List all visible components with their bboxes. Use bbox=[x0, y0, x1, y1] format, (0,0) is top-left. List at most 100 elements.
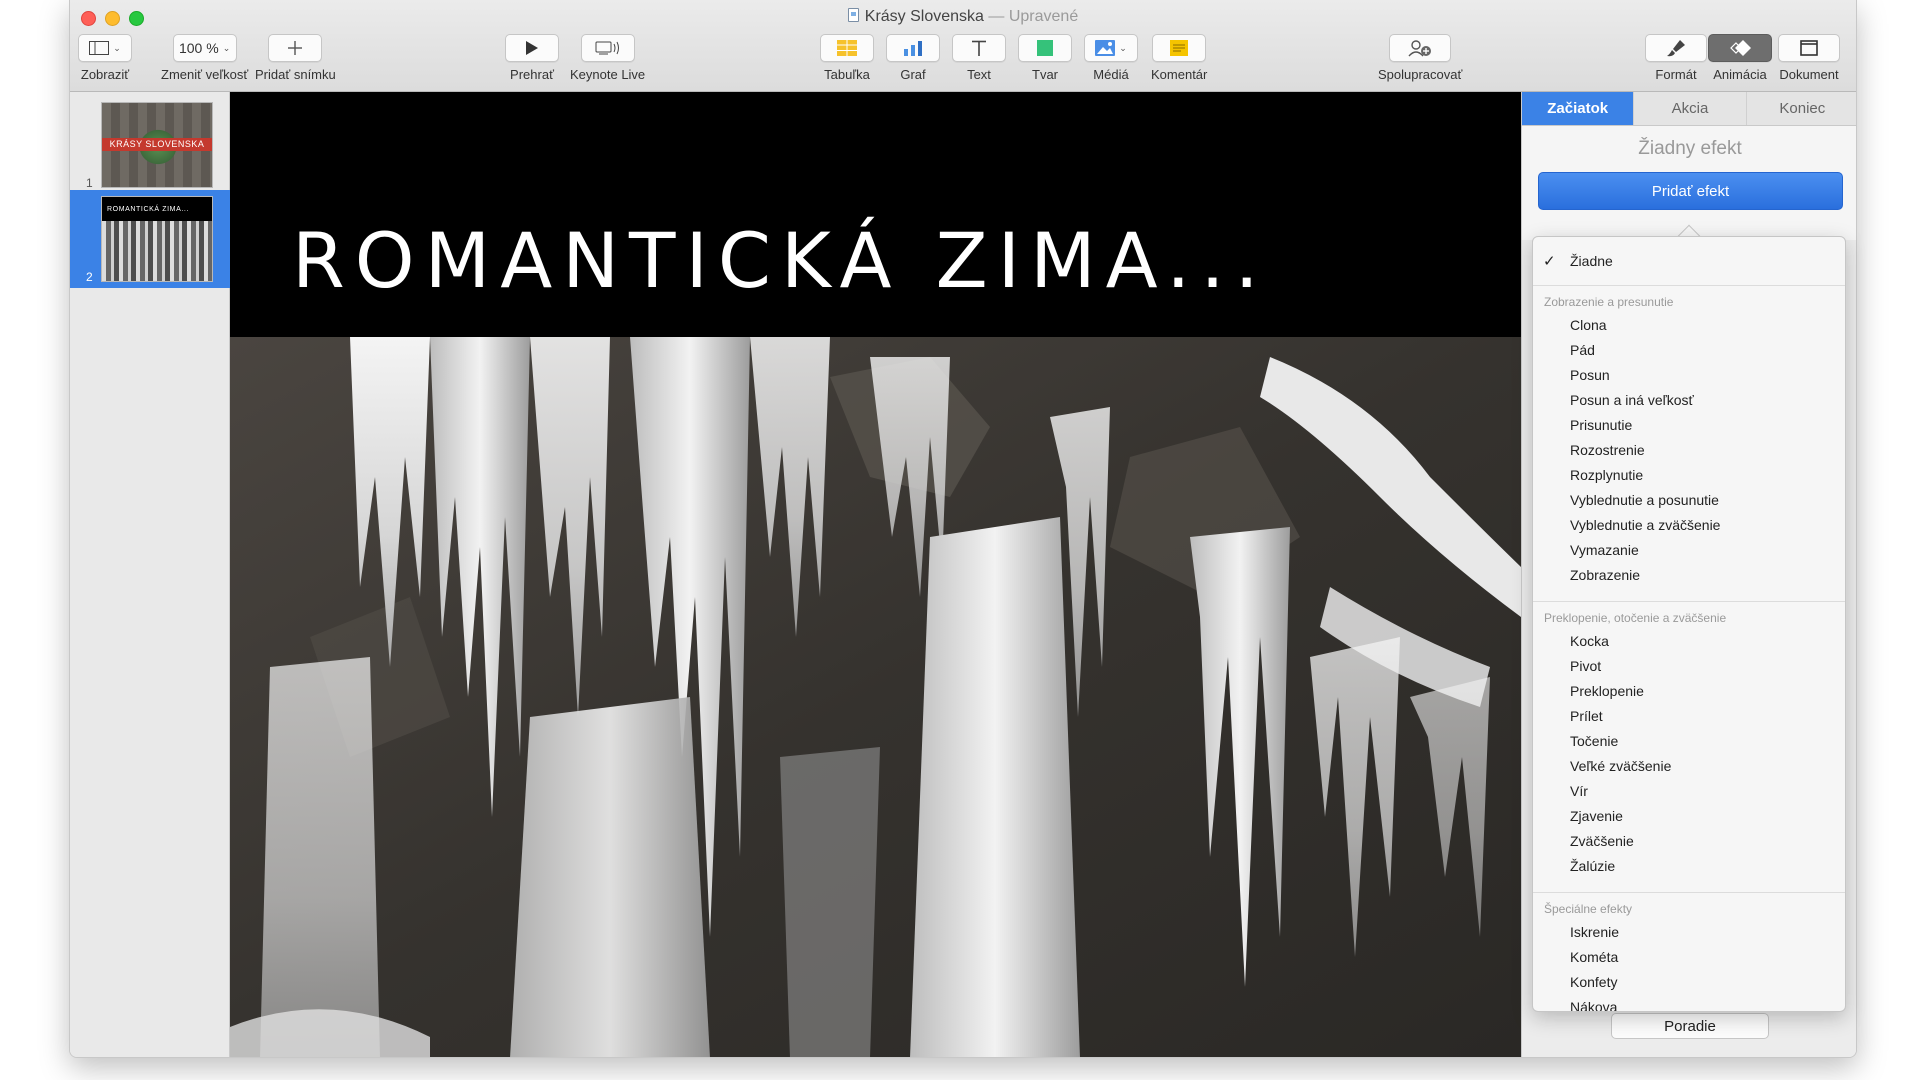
menu-item[interactable]: Vyblednutie a zväčšenie bbox=[1533, 513, 1845, 538]
comment-icon bbox=[1170, 40, 1189, 56]
menu-item[interactable]: Pivot bbox=[1533, 654, 1845, 679]
menu-item[interactable]: Žalúzie bbox=[1533, 854, 1845, 879]
document-control[interactable]: Dokument bbox=[1778, 34, 1840, 82]
menu-item[interactable]: Zväčšenie bbox=[1533, 829, 1845, 854]
effects-menu: ✓ Žiadne Zobrazenie a presunutie Clona P… bbox=[1532, 236, 1846, 1012]
slide-number: 2 bbox=[86, 270, 93, 284]
icicles-thumb-image bbox=[102, 221, 212, 281]
table-control[interactable]: Tabuľka bbox=[820, 34, 874, 82]
add-slide-button[interactable] bbox=[268, 34, 323, 62]
menu-item[interactable]: Konfety bbox=[1533, 970, 1845, 995]
view-label: Zobraziť bbox=[80, 67, 130, 82]
document-label: Dokument bbox=[1779, 67, 1839, 82]
menu-item[interactable]: Iskrenie bbox=[1533, 920, 1845, 945]
zoom-select[interactable]: 100 % ⌄ bbox=[172, 34, 237, 62]
comment-control[interactable]: Komentár bbox=[1151, 34, 1207, 82]
table-icon bbox=[837, 40, 857, 56]
keynote-live-control[interactable]: Keynote Live bbox=[570, 34, 645, 82]
menu-item[interactable]: Posun a iná veľkosť bbox=[1533, 388, 1845, 413]
comment-button[interactable] bbox=[1152, 34, 1207, 62]
icicles-image bbox=[230, 337, 1521, 1057]
table-button[interactable] bbox=[820, 34, 874, 62]
animate-tabs: Začiatok Akcia Koniec bbox=[1522, 92, 1856, 126]
slide-1-thumb-title: KRÁSY SLOVENSKA bbox=[102, 138, 212, 151]
chart-label: Graf bbox=[900, 67, 926, 82]
menu-item[interactable]: Prílet bbox=[1533, 704, 1845, 729]
play-control[interactable]: Prehrať bbox=[505, 34, 559, 82]
menu-separator bbox=[1533, 601, 1845, 602]
tab-build-out[interactable]: Koniec bbox=[1746, 92, 1856, 125]
menu-item[interactable]: Clona bbox=[1533, 313, 1845, 338]
shape-icon bbox=[1037, 40, 1053, 56]
text-control[interactable]: Text bbox=[952, 34, 1006, 82]
menu-item[interactable]: Prisunutie bbox=[1533, 413, 1845, 438]
text-icon bbox=[972, 40, 986, 56]
collaborate-label: Spolupracovať bbox=[1378, 67, 1463, 82]
slide-canvas[interactable]: ROMANTICKÁ ZIMA... bbox=[230, 92, 1521, 1057]
no-effect-label: Žiadny efekt bbox=[1638, 138, 1742, 159]
window-title: Krásy Slovenska — Upravené bbox=[70, 8, 1856, 26]
menu-section-header: Špeciálne efekty bbox=[1544, 902, 1633, 916]
menu-item[interactable]: Preklopenie bbox=[1533, 679, 1845, 704]
collaborate-button[interactable] bbox=[1389, 34, 1452, 62]
zoom-value: 100 % bbox=[178, 40, 219, 56]
view-button[interactable]: ⌄ bbox=[78, 34, 132, 62]
menu-item[interactable]: Kocka bbox=[1533, 629, 1845, 654]
media-button[interactable]: ⌄ bbox=[1084, 34, 1138, 62]
order-button[interactable]: Poradie bbox=[1611, 1013, 1769, 1039]
document-button[interactable] bbox=[1778, 34, 1840, 62]
menu-item[interactable]: Pád bbox=[1533, 338, 1845, 363]
format-button[interactable] bbox=[1645, 34, 1707, 62]
chart-control[interactable]: Graf bbox=[886, 34, 940, 82]
menu-item[interactable]: Zobrazenie bbox=[1533, 563, 1845, 588]
animate-diamond-icon bbox=[1730, 40, 1751, 56]
media-label: Médiá bbox=[1093, 67, 1129, 82]
chart-button[interactable] bbox=[886, 34, 940, 62]
format-control[interactable]: Formát bbox=[1645, 34, 1707, 82]
menu-item[interactable]: Rozostrenie bbox=[1533, 438, 1845, 463]
animate-label: Animácia bbox=[1713, 67, 1767, 82]
add-slide-control[interactable]: Pridať snímku bbox=[255, 34, 336, 82]
tab-action[interactable]: Akcia bbox=[1634, 92, 1747, 125]
slide-thumbnail-2[interactable]: ROMANTICKÁ ZIMA... 2 bbox=[70, 190, 230, 288]
slide-title[interactable]: ROMANTICKÁ ZIMA... bbox=[292, 216, 1269, 305]
media-control[interactable]: ⌄ Médiá bbox=[1084, 34, 1138, 82]
menu-item[interactable]: Kométa bbox=[1533, 945, 1845, 970]
keynote-live-button[interactable] bbox=[580, 34, 635, 62]
shape-button[interactable] bbox=[1018, 34, 1072, 62]
toolbar: Krásy Slovenska — Upravené ⌄ Zobraziť 10… bbox=[70, 0, 1856, 92]
add-effect-button[interactable]: Pridať efekt bbox=[1538, 172, 1843, 210]
zoom-control[interactable]: 100 % ⌄ Zmeniť veľkosť bbox=[161, 34, 248, 82]
zoom-label: Zmeniť veľkosť bbox=[161, 67, 249, 82]
play-button[interactable] bbox=[505, 34, 559, 62]
menu-item[interactable]: Vyblednutie a posunutie bbox=[1533, 488, 1845, 513]
menu-item[interactable]: Nákova bbox=[1533, 995, 1845, 1011]
menu-item[interactable]: Veľké zväčšenie bbox=[1533, 754, 1845, 779]
menu-item[interactable]: Rozplynutie bbox=[1533, 463, 1845, 488]
menu-item[interactable]: Vír bbox=[1533, 779, 1845, 804]
plus-icon bbox=[288, 41, 303, 55]
view-control[interactable]: ⌄ Zobraziť bbox=[78, 34, 132, 82]
chevron-down-icon: ⌄ bbox=[113, 42, 121, 53]
animate-control[interactable]: Animácia bbox=[1708, 34, 1772, 82]
slide-thumbnail-1[interactable]: KRÁSY SLOVENSKA 1 bbox=[70, 96, 230, 194]
animate-button[interactable] bbox=[1708, 34, 1772, 62]
collaborate-control[interactable]: Spolupracovať bbox=[1378, 34, 1462, 82]
menu-item[interactable]: Vymazanie bbox=[1533, 538, 1845, 563]
table-label: Tabuľka bbox=[824, 67, 870, 82]
slide-number: 1 bbox=[86, 176, 93, 190]
edited-status: Upravené bbox=[1008, 8, 1079, 25]
menu-item-none[interactable]: ✓ Žiadne bbox=[1533, 249, 1845, 274]
menu-item[interactable]: Posun bbox=[1533, 363, 1845, 388]
menu-item[interactable]: Zjavenie bbox=[1533, 804, 1845, 829]
slide-1-preview: KRÁSY SLOVENSKA bbox=[101, 102, 213, 188]
text-button[interactable] bbox=[952, 34, 1006, 62]
shape-control[interactable]: Tvar bbox=[1018, 34, 1072, 82]
menu-section-header: Preklopenie, otočenie a zväčšenie bbox=[1544, 611, 1727, 625]
tab-build-in[interactable]: Začiatok bbox=[1522, 92, 1635, 125]
document-name: Krásy Slovenska bbox=[864, 8, 984, 25]
icicles-photo[interactable] bbox=[230, 337, 1521, 1057]
effect-panel: Žiadny efekt Pridať efekt bbox=[1522, 126, 1856, 240]
menu-item[interactable]: Točenie bbox=[1533, 729, 1845, 754]
chevron-down-icon: ⌄ bbox=[1119, 42, 1127, 53]
